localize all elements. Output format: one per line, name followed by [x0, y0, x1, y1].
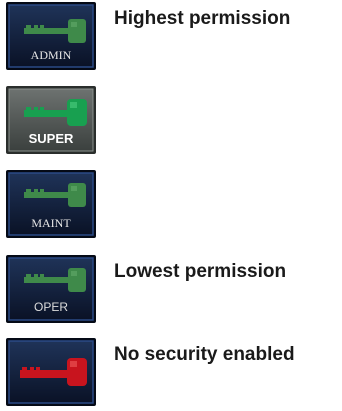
oper-key-button[interactable]: OPER: [6, 255, 96, 323]
level-row-no-security: No security enabled: [0, 338, 342, 410]
level-row-oper: OPER Lowest permission: [0, 255, 342, 327]
permission-description: Highest permission: [114, 8, 291, 29]
key-label: SUPER: [28, 131, 74, 146]
level-row-super: SUPER: [0, 86, 342, 158]
level-row-maint: MAINT: [0, 170, 342, 242]
level-row-admin: ADMIN Highest permission: [0, 2, 342, 74]
key-label: MAINT: [31, 216, 71, 230]
maint-key-button[interactable]: MAINT: [6, 170, 96, 238]
permission-description: Lowest permission: [114, 261, 287, 282]
permission-description: No security enabled: [114, 344, 295, 365]
no-security-key-button[interactable]: [6, 338, 96, 406]
admin-key-button[interactable]: ADMIN: [6, 2, 96, 70]
key-button-frame: [6, 338, 96, 406]
super-key-button[interactable]: SUPER: [6, 86, 96, 154]
key-label: OPER: [33, 300, 68, 314]
key-label: ADMIN: [30, 48, 72, 62]
